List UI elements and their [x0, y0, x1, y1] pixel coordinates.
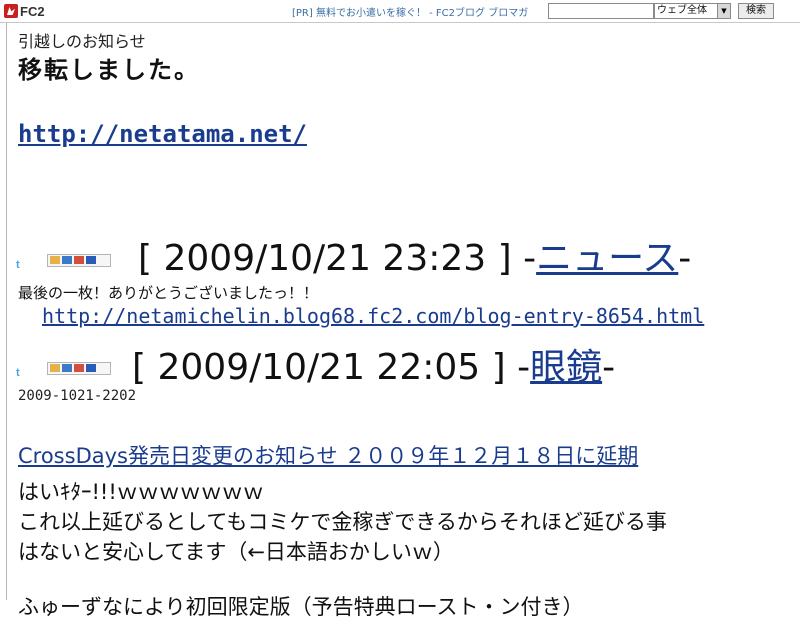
- entry1-source-link[interactable]: http://netamichelin.blog68.fc2.com/blog-…: [42, 304, 704, 328]
- search-scope-select[interactable]: ウェブ全体 ▼: [654, 3, 731, 19]
- pr-link[interactable]: [PR] 無料でお小遣いを稼ぐ！ - FC2ブログ ブロマガ: [292, 4, 528, 19]
- fc2-logo[interactable]: FC2: [4, 3, 45, 19]
- entry2-date: [ 2009/10/21 22:05 ] -: [132, 347, 531, 388]
- entry1-date: [ 2009/10/21 23:23 ] -: [138, 238, 537, 279]
- entry2-meta: 2009-1021-2202: [18, 388, 137, 404]
- entry1-share-row: t: [16, 250, 111, 271]
- entry2-text-line: ふゅーずなにより初回限定版（予告特典ロースト・ン付き）: [18, 595, 584, 619]
- twitter-icon[interactable]: t: [16, 368, 27, 379]
- entry2-text-line: はないと安心してます（←日本語おかしいｗ）: [18, 540, 454, 564]
- chevron-down-icon: ▼: [717, 4, 730, 18]
- entry2-category-suffix: -: [602, 347, 616, 388]
- entry2-article-link[interactable]: CrossDays発売日変更のお知らせ ２００９年１２月１８日に延期: [18, 440, 638, 470]
- fc2-logo-icon: [4, 4, 18, 18]
- bookmark-badges-icon[interactable]: [47, 253, 111, 267]
- twitter-icon[interactable]: t: [16, 260, 27, 271]
- new-site-link[interactable]: http://netatama.net/: [18, 120, 307, 148]
- entry1-body: 最後の一枚！ありがとうございましたっ！！: [18, 284, 319, 302]
- search-button[interactable]: 検索: [738, 3, 774, 19]
- entry1-category-link[interactable]: ニュース: [536, 238, 678, 279]
- entry2-header: [ 2009/10/21 22:05 ] -眼鏡-: [132, 338, 615, 390]
- entry1-header: [ 2009/10/21 23:23 ] -ニュース-: [138, 229, 691, 281]
- fc2-logo-text: FC2: [20, 3, 45, 19]
- entry2-text-line: これ以上延びるとしてもコミケで金稼ぎできるからそれほど延びる事: [18, 510, 667, 534]
- moved-heading: 移転しました。: [18, 56, 200, 84]
- entry2-text-line: はいｷﾀｰ!!!ｗｗｗｗｗｗｗ: [18, 480, 264, 504]
- search-input[interactable]: [548, 3, 654, 19]
- fc2-toolbar: FC2 [PR] 無料でお小遣いを稼ぐ！ - FC2ブログ ブロマガ ウェブ全体…: [0, 0, 800, 23]
- bookmark-badges-icon[interactable]: [47, 361, 111, 375]
- entry1-category-suffix: -: [678, 238, 692, 279]
- search-scope-value: ウェブ全体: [657, 5, 707, 16]
- entry2-share-row: t: [16, 358, 111, 379]
- left-divider: [6, 23, 7, 600]
- notice-label: 引越しのお知らせ: [18, 32, 146, 51]
- entry2-category-link[interactable]: 眼鏡: [530, 347, 602, 388]
